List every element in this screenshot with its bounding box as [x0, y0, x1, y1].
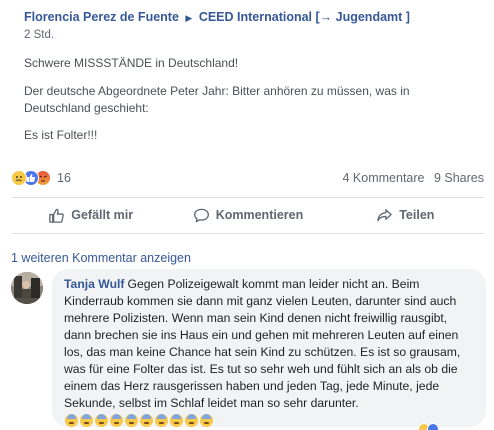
- like-button[interactable]: Gefällt mir: [12, 199, 169, 231]
- post-stats: 4 Kommentare 9 Shares: [343, 171, 485, 185]
- avatar[interactable]: [11, 272, 43, 304]
- reaction-summary[interactable]: 16: [11, 169, 71, 187]
- share-button-label: Teilen: [399, 208, 435, 222]
- comment-count-link[interactable]: 4 Kommentare: [343, 171, 425, 185]
- anxious-face-icon: [65, 414, 78, 427]
- anxious-face-icon: [110, 414, 123, 427]
- divider-bottom: [12, 233, 484, 234]
- comment-text: Gegen Polizeigewalt kommt man leider nic…: [64, 277, 461, 410]
- comment-button[interactable]: Kommentieren: [169, 199, 326, 231]
- post-author-link[interactable]: Florencia Perez de Fuente: [24, 10, 179, 24]
- like-reaction-icon: [427, 423, 439, 430]
- sad-reaction-icon: [11, 170, 27, 186]
- share-arrow-icon: [377, 208, 392, 221]
- anxious-face-icon: [155, 414, 168, 427]
- like-button-label: Gefällt mir: [71, 208, 134, 222]
- post-paragraph: Schwere MISSSTÄNDE in Deutschland!: [24, 56, 239, 70]
- anxious-face-icon-group: [65, 414, 215, 427]
- anxious-face-icon: [170, 414, 183, 427]
- post-paragraph: Der deutsche Abgeordnete Peter Jahr: Bit…: [24, 84, 410, 115]
- comment-button-label: Kommentieren: [215, 208, 304, 222]
- comment-reaction-badge[interactable]: [418, 423, 439, 430]
- post-header: Florencia Perez de Fuente ▶ CEED Interna…: [24, 10, 410, 24]
- divider-top: [12, 197, 484, 198]
- comment-author-link[interactable]: Tanja Wulf: [64, 277, 124, 291]
- share-arrow-icon: ▶: [185, 13, 193, 23]
- share-button[interactable]: Teilen: [327, 199, 484, 231]
- anxious-face-icon: [125, 414, 138, 427]
- post-body: Schwere MISSSTÄNDE in Deutschland! Der d…: [24, 55, 474, 154]
- share-count-link[interactable]: 9 Shares: [434, 171, 484, 185]
- post-group-link[interactable]: CEED International [→ Jugendamt ]: [199, 10, 410, 24]
- anxious-face-icon: [80, 414, 93, 427]
- post-timestamp[interactable]: 2 Std.: [24, 29, 54, 41]
- reaction-count[interactable]: 16: [57, 171, 71, 185]
- comment-bubble: Tanja Wulf Gegen Polizeigewalt kommt man …: [52, 269, 486, 427]
- post-paragraph: Es ist Folter!!!: [24, 128, 98, 142]
- action-bar: Gefällt mir Kommentieren Teilen: [12, 199, 484, 231]
- speech-bubble-icon: [193, 208, 209, 222]
- thumbs-up-icon: [49, 208, 65, 223]
- anxious-face-icon: [140, 414, 153, 427]
- anxious-face-icon: [185, 414, 198, 427]
- view-more-comments-link[interactable]: 1 weiteren Kommentar anzeigen: [11, 251, 191, 265]
- anxious-face-icon: [200, 414, 213, 427]
- anxious-face-icon: [95, 414, 108, 427]
